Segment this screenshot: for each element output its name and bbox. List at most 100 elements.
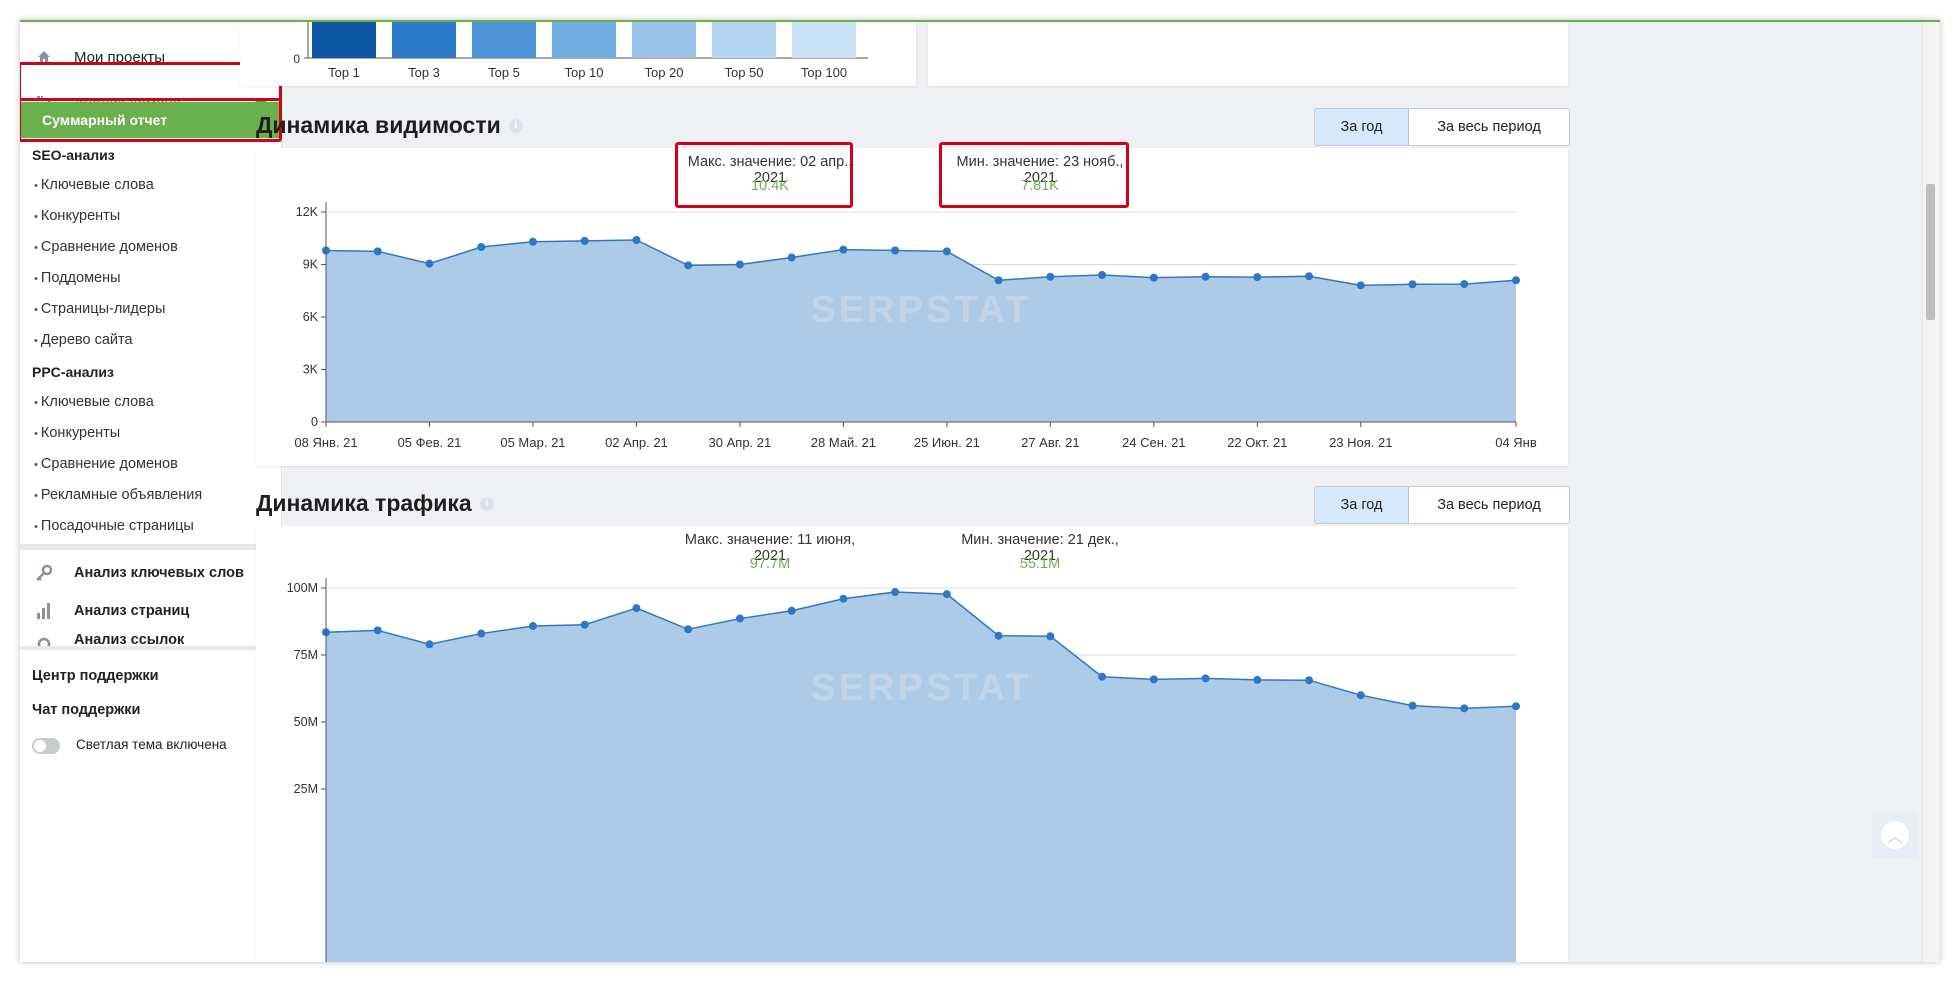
- visibility-title-text: Динамика видимости: [256, 112, 501, 138]
- data-point: [1253, 273, 1262, 282]
- sidebar-seo-item[interactable]: Конкуренты: [34, 208, 120, 224]
- data-point: [891, 588, 900, 597]
- data-point: [994, 276, 1003, 285]
- period-all-button[interactable]: За весь период: [1409, 109, 1569, 145]
- bar: [792, 22, 856, 58]
- data-point: [425, 640, 434, 649]
- data-point: [735, 260, 744, 269]
- y-tick-label: 25M: [294, 782, 318, 796]
- x-tick-label: 05 Фев. 21: [398, 435, 462, 450]
- period-year-button[interactable]: За год: [1315, 487, 1409, 523]
- data-point: [1460, 704, 1469, 713]
- data-point: [632, 236, 641, 244]
- data-point: [477, 629, 486, 638]
- area-fill: [326, 240, 1516, 422]
- visibility-chart: 0 3K 6K 9K 12K SERPSTAT 08 Янв. 21 05 Фев. 21 05…: [294, 202, 1537, 450]
- watermark: SERPSTAT: [810, 667, 1031, 709]
- sidebar-seo-item[interactable]: Сравнение доменов: [34, 239, 178, 255]
- visibility-title: Динамика видимости i: [256, 112, 523, 139]
- data-point: [373, 247, 382, 256]
- data-point: [942, 247, 951, 256]
- top-positions-card: 0 Top 1 Top 3 Top 5 Top 10 Top 20 Top 50 Top 10…: [240, 22, 916, 86]
- key-icon: [32, 561, 56, 585]
- y-tick-label: 9K: [303, 258, 319, 272]
- data-point: [373, 626, 382, 635]
- x-tick-label: Top 20: [644, 65, 683, 80]
- scrollbar-thumb[interactable]: [1926, 184, 1935, 320]
- x-tick-label: Top 3: [408, 65, 440, 80]
- period-year-button[interactable]: За год: [1315, 109, 1409, 145]
- sidebar-item-label: Анализ ключевых слов: [74, 565, 244, 581]
- seo-analysis-heading: SEO-анализ: [32, 147, 115, 163]
- x-tick-label: 23 Ноя. 21: [1329, 435, 1392, 450]
- traffic-chart: 25M 50M 75M 100M SERPSTAT: [287, 578, 1520, 962]
- sidebar-ppc-item[interactable]: Конкуренты: [34, 425, 120, 441]
- support-chat-link[interactable]: Чат поддержки: [32, 702, 140, 718]
- data-point: [684, 625, 693, 634]
- info-icon[interactable]: i: [479, 496, 494, 511]
- info-icon[interactable]: i: [508, 118, 523, 133]
- x-tick-label: Top 50: [724, 65, 763, 80]
- x-tick-label: Top 5: [488, 65, 520, 80]
- x-tick-label: Top 100: [801, 65, 847, 80]
- bar-chart-icon: [32, 599, 56, 623]
- data-point: [1512, 702, 1520, 711]
- y-tick-label: 50M: [294, 715, 318, 729]
- visibility-chart-card: Макс. значение: 02 апр., 2021 10.4K Мин.…: [256, 148, 1568, 466]
- y-tick-label: 100M: [287, 581, 318, 595]
- sidebar-seo-item[interactable]: Поддомены: [34, 270, 121, 286]
- data-point: [1356, 691, 1365, 700]
- x-tick-label: 30 Апр. 21: [709, 435, 772, 450]
- sidebar-seo-item[interactable]: Ключевые слова: [34, 177, 154, 193]
- data-point: [1046, 632, 1055, 641]
- data-point: [477, 243, 486, 251]
- highlight-max-value: [675, 142, 853, 208]
- x-tick-label: 25 Июн. 21: [914, 435, 980, 450]
- ppc-analysis-heading: PPC-анализ: [32, 364, 114, 380]
- data-point: [1149, 273, 1158, 282]
- y-tick-label: 75M: [294, 648, 318, 662]
- sidebar-ppc-item[interactable]: Посадочные страницы: [34, 518, 194, 534]
- period-all-button[interactable]: За весь период: [1409, 487, 1569, 523]
- data-point: [1098, 271, 1107, 279]
- data-point: [942, 590, 951, 599]
- data-point: [1356, 281, 1365, 290]
- data-point: [891, 246, 900, 255]
- traffic-period-switch: За год За весь период: [1314, 486, 1570, 524]
- theme-toggle[interactable]: [32, 738, 60, 754]
- data-point: [528, 237, 537, 246]
- support-center-link[interactable]: Центр поддержки: [32, 668, 159, 684]
- sidebar-ppc-item[interactable]: Рекламные объявления: [34, 487, 202, 503]
- page-scrollbar[interactable]: [1922, 22, 1938, 962]
- sidebar-seo-item[interactable]: Дерево сайта: [34, 332, 133, 348]
- data-point: [994, 631, 1003, 640]
- x-tick-label: 27 Авг. 21: [1021, 435, 1080, 450]
- sidebar-item-label: Анализ ссылок: [74, 632, 185, 646]
- data-point: [1305, 272, 1314, 281]
- sidebar-seo-item[interactable]: Страницы-лидеры: [34, 301, 165, 317]
- y-tick-label: 12K: [296, 205, 319, 219]
- sidebar-ppc-item[interactable]: Сравнение доменов: [34, 456, 178, 472]
- data-point: [1408, 701, 1417, 710]
- x-tick-label: 05 Мар. 21: [500, 435, 565, 450]
- main-content: 0 Top 1 Top 3 Top 5 Top 10 Top 20 Top 50 Top 10…: [240, 22, 1940, 962]
- x-tick-label: 22 Окт. 21: [1227, 435, 1287, 450]
- y-tick-label: 6K: [303, 310, 319, 324]
- data-point: [425, 259, 434, 268]
- data-point: [787, 606, 796, 615]
- sidebar-ppc-item[interactable]: Ключевые слова: [34, 394, 154, 410]
- scroll-to-top-button[interactable]: ︿: [1872, 812, 1918, 858]
- app-window: Мои проекты Анализ домена Суммарный отче…: [20, 20, 1940, 962]
- data-point: [1201, 674, 1210, 683]
- traffic-title: Динамика трафика i: [256, 490, 494, 517]
- area-fill: [326, 592, 1516, 962]
- sidebar-item-link-analysis[interactable]: Анализ ссылок: [20, 626, 282, 646]
- data-point: [580, 620, 589, 629]
- data-point: [1098, 672, 1107, 681]
- bar: [472, 22, 536, 58]
- chevron-up-icon: ︿: [1881, 821, 1909, 849]
- data-point: [1408, 280, 1417, 289]
- link-icon: [32, 632, 56, 646]
- data-point: [839, 245, 848, 254]
- x-tick-label: 08 Янв. 21: [294, 435, 357, 450]
